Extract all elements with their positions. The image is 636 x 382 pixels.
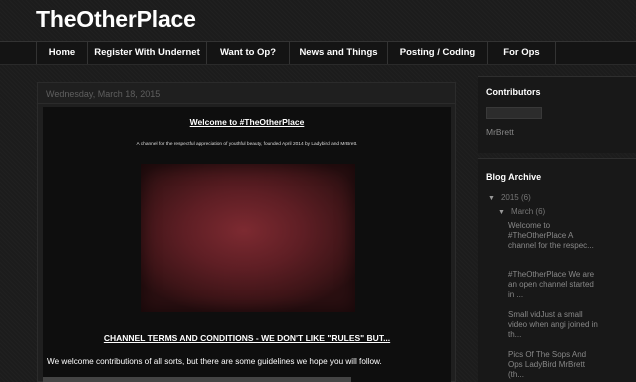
archive-month[interactable]: ▼ March (6) [498,207,545,216]
tab-posting-coding[interactable]: Posting / Coding [388,42,488,64]
sidebar: Contributors MrBrett Blog Archive ▼ 2015 … [478,76,636,382]
blog-archive-title: Blog Archive [486,172,542,182]
post-body-text: We welcome contributions of all sorts, b… [47,357,382,366]
archive-post-link[interactable]: Pics Of The Sops And Ops LadyBird MrBret… [508,350,600,380]
post-image[interactable] [141,164,355,312]
nav-tabs-inner: Home Register With Undernet Want to Op? … [36,42,636,65]
archive-month-label[interactable]: March [511,207,533,216]
tab-for-ops[interactable]: For Ops [488,42,556,64]
main-column: Wednesday, March 18, 2015 Welcome to #Th… [37,82,456,382]
triangle-down-icon[interactable]: ▼ [488,195,495,202]
contributors-widget: Contributors MrBrett [478,76,636,153]
archive-year[interactable]: ▼ 2015 (6) [488,193,531,202]
triangle-down-icon[interactable]: ▼ [498,209,505,216]
archive-post-link[interactable]: Small vidJust a small video when angi jo… [508,310,600,340]
contributor-avatar-bar [486,107,542,119]
archive-month-count: (6) [535,207,546,216]
archive-year-label[interactable]: 2015 [501,193,519,202]
blog-archive-widget: Blog Archive ▼ 2015 (6) ▼ March (6) Welcom… [478,158,636,382]
tab-news-and-things[interactable]: News and Things [290,42,388,64]
tab-want-to-op[interactable]: Want to Op? [207,42,290,64]
post-description: A channel for the respectful appreciatio… [136,142,358,147]
archive-post-link[interactable]: #TheOtherPlace We are an open channel st… [508,270,600,300]
contributor-link[interactable]: MrBrett [486,127,514,137]
tab-register-with-undernet[interactable]: Register With Undernet [88,42,207,64]
post: Welcome to #TheOtherPlace A channel for … [43,107,451,382]
date-header: Wednesday, March 18, 2015 [46,89,161,99]
header: TheOtherPlace [0,0,636,42]
tab-home[interactable]: Home [36,42,88,64]
post-embed-bar [43,377,351,382]
archive-post-link[interactable]: Welcome to #TheOtherPlace A channel for … [508,221,600,251]
site-title[interactable]: TheOtherPlace [36,6,196,33]
nav-tabs: Home Register With Undernet Want to Op? … [0,41,636,65]
archive-year-count: (6) [520,193,531,202]
post-title[interactable]: Welcome to #TheOtherPlace [43,117,451,127]
post-section-heading[interactable]: CHANNEL TERMS AND CONDITIONS - WE DON'T … [43,333,451,343]
contributors-title: Contributors [486,87,541,97]
divider [38,103,455,104]
